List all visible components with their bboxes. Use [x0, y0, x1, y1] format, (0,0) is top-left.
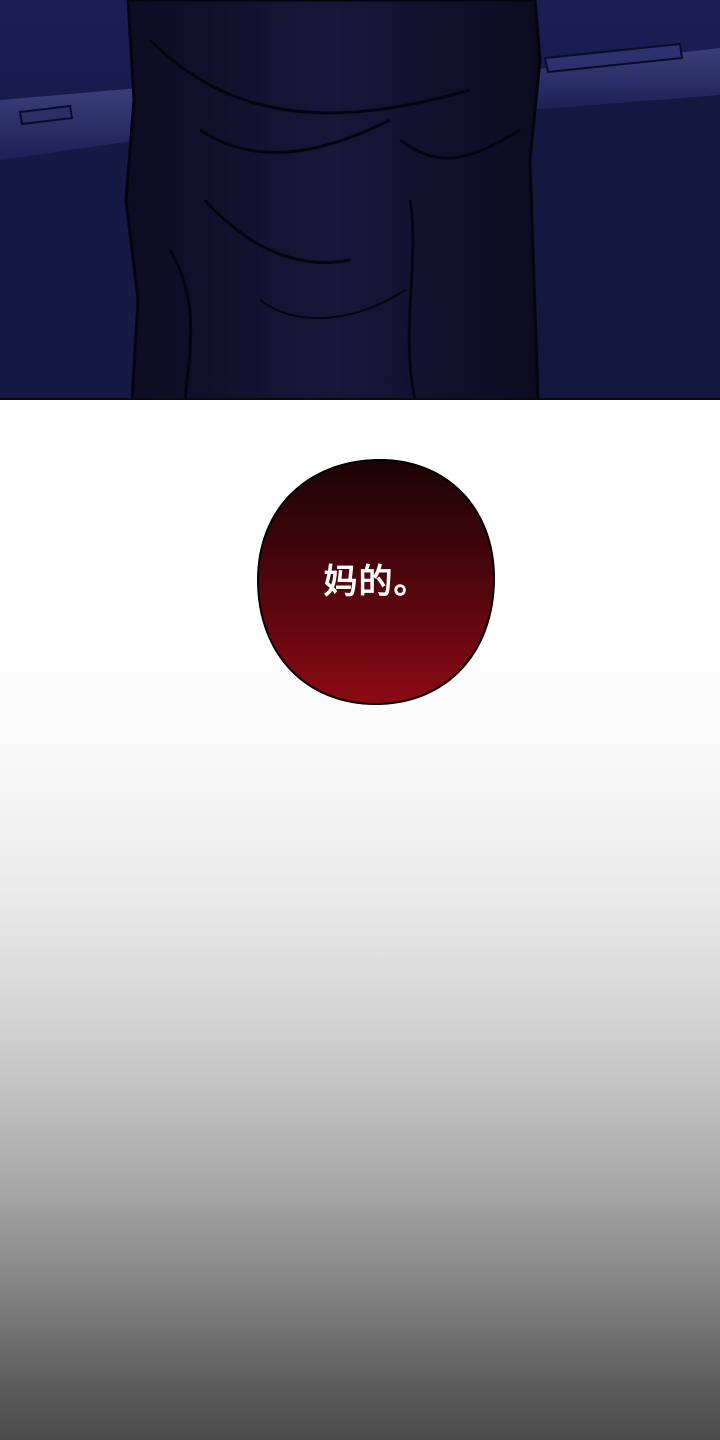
comic-page: 妈的。: [0, 0, 720, 1440]
speech-bubble: 妈的。: [256, 458, 496, 706]
figure-silhouette: [124, 0, 542, 398]
night-scene-illustration: [0, 0, 720, 398]
speech-bubble-text: 妈的。: [323, 562, 429, 602]
night-scene-panel: [0, 0, 720, 400]
